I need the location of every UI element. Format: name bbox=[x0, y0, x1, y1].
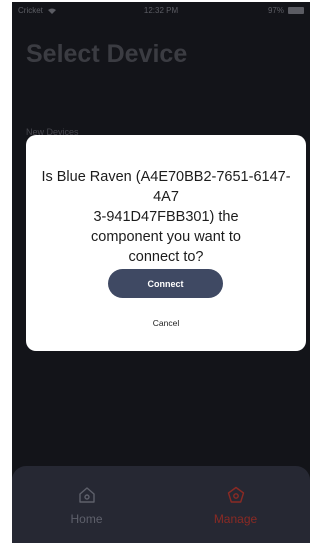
manage-pentagon-icon bbox=[227, 486, 244, 503]
dialog-message-line: Is Blue Raven (A4E70BB2-7651-6147-4A7 bbox=[41, 169, 291, 205]
cancel-button[interactable]: Cancel bbox=[136, 315, 196, 331]
dialog-message: Is Blue Raven (A4E70BB2-7651-6147-4A7 3-… bbox=[32, 167, 300, 267]
connect-button[interactable]: Connect bbox=[108, 269, 223, 298]
tab-bar: Home Manage bbox=[12, 466, 310, 543]
tab-home[interactable]: Home bbox=[12, 466, 161, 543]
dialog-message-line: 3-941D47FBB301) the bbox=[93, 209, 239, 225]
tab-manage[interactable]: Manage bbox=[161, 466, 310, 543]
home-icon bbox=[78, 487, 95, 503]
connect-dialog: Is Blue Raven (A4E70BB2-7651-6147-4A7 3-… bbox=[26, 135, 306, 351]
tab-manage-label: Manage bbox=[213, 512, 258, 526]
dialog-message-line: connect to? bbox=[128, 249, 204, 265]
dialog-message-line: component you want to bbox=[91, 229, 241, 245]
phone-screen: Cricket 12:32 PM 97% Select Device New D… bbox=[12, 2, 310, 543]
tab-home-label: Home bbox=[70, 512, 103, 526]
